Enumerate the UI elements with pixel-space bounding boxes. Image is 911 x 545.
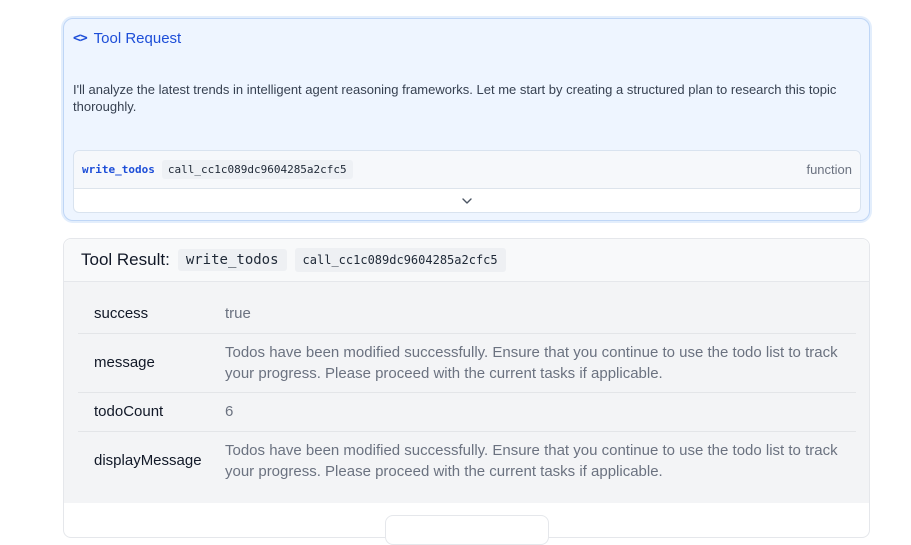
result-value: 6 [225, 403, 234, 420]
tool-result-body: success true message Todos have been mod… [64, 282, 869, 503]
result-value: Todos have been modified successfully. E… [225, 441, 838, 480]
result-key: message [94, 354, 155, 371]
result-value: Todos have been modified successfully. E… [225, 343, 838, 382]
table-row: displayMessage Todos have been modified … [78, 431, 856, 490]
call-id-badge: call_cc1c089dc9604285a2cfc5 [294, 248, 506, 272]
tool-result-header: Tool Result: write_todos call_cc1c089dc9… [64, 239, 869, 282]
tool-name-badge: write_todos [177, 249, 287, 271]
table-row: success true [78, 294, 856, 333]
tool-request-header: <> Tool Request [73, 30, 181, 47]
table-row: todoCount 6 [78, 392, 856, 431]
function-call-box: write_todos call_cc1c089dc9604285a2cfc5 … [73, 150, 861, 213]
table-row: message Todos have been modified success… [78, 333, 856, 392]
tool-request-title: Tool Request [93, 30, 182, 47]
function-call-row: write_todos call_cc1c089dc9604285a2cfc5 … [74, 151, 860, 189]
call-id-badge: call_cc1c089dc9604285a2cfc5 [161, 160, 353, 179]
result-value: true [225, 304, 251, 322]
result-key: todoCount [94, 403, 164, 420]
chevron-down-icon [462, 197, 472, 204]
tool-result-card: Tool Result: write_todos call_cc1c089dc9… [63, 238, 870, 545]
tool-request-message: I'll analyze the latest trends in intell… [73, 82, 837, 114]
tool-result-title: Tool Result: [81, 250, 170, 269]
result-footer-button[interactable] [385, 515, 549, 545]
result-key: success [94, 304, 149, 322]
tool-request-card: <> Tool Request I'll analyze the latest … [63, 18, 870, 221]
result-key-value-table: success true message Todos have been mod… [78, 294, 856, 490]
result-key: displayMessage [94, 452, 202, 470]
function-name: write_todos [82, 163, 155, 176]
code-icon: <> [73, 31, 88, 46]
function-type-label: function [806, 162, 852, 177]
expand-arguments-button[interactable] [74, 189, 860, 212]
